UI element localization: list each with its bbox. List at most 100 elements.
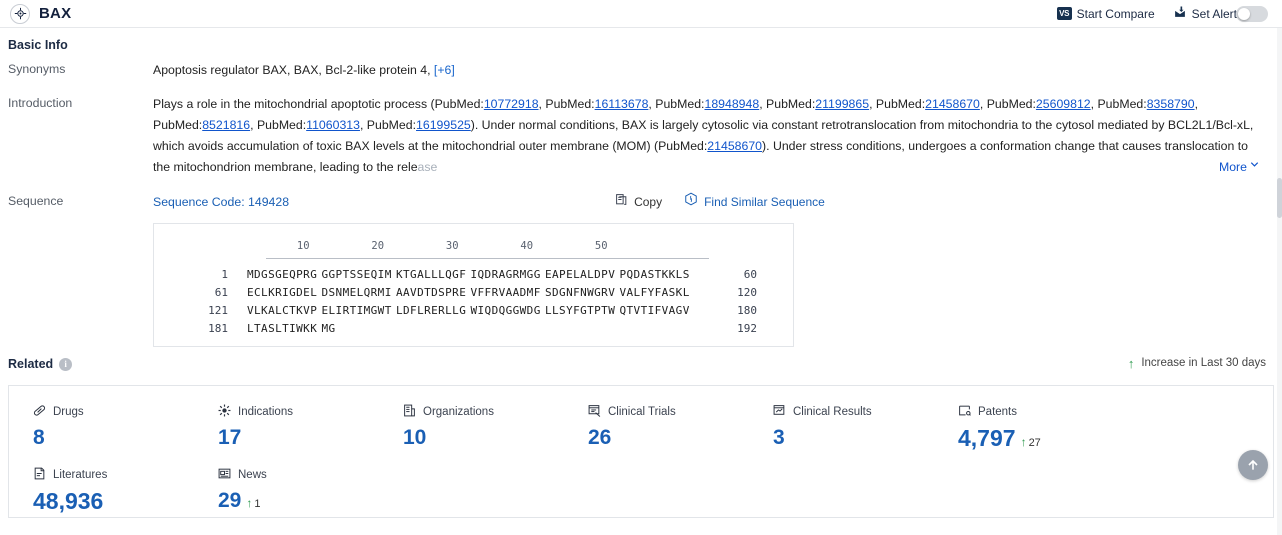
copy-button[interactable]: Copy (615, 192, 662, 213)
pubmed-links-line2[interactable]: 11060313, PubMed:16199525 (306, 118, 471, 132)
pubmed-link[interactable]: 8521816 (202, 118, 250, 132)
introduction-value: Plays a role in the mitochondrial apopto… (153, 94, 1274, 178)
stat-header: Clinical Trials (588, 404, 749, 420)
more-label: More (1218, 160, 1247, 174)
sequence-label: Sequence (8, 194, 64, 208)
stat-delta-value: 1 (254, 498, 261, 511)
pubmed-link[interactable]: 21199865 (815, 97, 869, 111)
intro-fade-tail: ase (417, 160, 438, 174)
target-icon (10, 3, 30, 24)
stat-number: 29 (218, 489, 242, 513)
pubmed-link[interactable]: 16113678 (595, 97, 649, 111)
pubmed-separator: , PubMed: (359, 118, 417, 132)
up-arrow-icon: ↑ (1127, 355, 1135, 371)
stat-organizations[interactable]: Organizations 10 (379, 404, 564, 451)
pubmed-separator: , PubMed: (869, 97, 926, 111)
scrollbar-track[interactable] (1277, 28, 1282, 535)
info-icon[interactable]: i (59, 357, 73, 371)
pubmed-link[interactable]: 16199525 (416, 118, 471, 132)
scroll-to-top-button[interactable] (1238, 450, 1268, 480)
sequence-ruler: 10 20 30 40 50 (154, 236, 793, 256)
sequence-line: 181 LTASLTIWKK MG 192 (154, 319, 793, 337)
synonyms-label: Synonyms (8, 62, 66, 76)
stat-header: Organizations (403, 404, 564, 420)
stat-clinical-trials[interactable]: Clinical Trials 26 (564, 404, 749, 451)
ruler-tick: 30 (445, 240, 459, 252)
related-stats-card: Drugs 8 Indications 17 Organizations 10 Clinic… (8, 385, 1274, 518)
alert-bell-icon (1173, 6, 1187, 22)
page-root: BAX VS Start Compare Set Alert Basic Inf… (0, 0, 1282, 535)
copy-label: Copy (634, 195, 663, 209)
sequence-line: 121 VLKALCTKVP ELIRTIMGWT LDFLRERLLG WIQDQGG… (154, 301, 793, 319)
stat-value[interactable]: 48,936 (33, 488, 194, 515)
stat-value[interactable]: 8 (33, 426, 194, 449)
indications-icon (218, 404, 231, 420)
stat-number: 17 (218, 426, 242, 449)
stat-value[interactable]: 3 (773, 426, 934, 449)
stat-number: 48,936 (33, 488, 104, 515)
stat-label: Indications (238, 406, 293, 418)
pubmed-link[interactable]: 21458670 (707, 139, 762, 153)
introduction-row: Introduction Plays a role in the mitocho… (0, 94, 1282, 178)
pubmed-link[interactable]: 21458670 (925, 97, 980, 111)
stat-news[interactable]: News 29 ↑ 1 (194, 467, 379, 514)
sequence-ruler-line (266, 258, 709, 259)
stat-delta: ↑ 27 (1021, 435, 1041, 449)
literatures-icon (33, 467, 46, 483)
stat-number: 8 (33, 426, 45, 449)
pubmed-link[interactable]: 18948948 (704, 97, 759, 111)
stat-value[interactable]: 4,797 ↑ 27 (958, 425, 1119, 451)
sequence-line: 61 ECLKRIGDEL DSNMELQRMI AAVDTDSPRE VFFRVAAD… (154, 283, 793, 301)
stat-header: Indications (218, 404, 379, 420)
introduction-more-button[interactable]: More (1214, 157, 1260, 178)
pubmed-separator: , PubMed: (538, 97, 595, 111)
ruler-tick: 10 (296, 240, 310, 252)
copy-icon (615, 192, 628, 213)
set-alert-control[interactable]: Set Alert (1173, 5, 1268, 22)
synonyms-more-link[interactable]: [+6] (434, 63, 455, 77)
patents-icon (958, 404, 971, 420)
set-alert-toggle[interactable] (1236, 5, 1268, 22)
pubmed-separator: , PubMed: (1090, 97, 1147, 111)
sequence-viewer[interactable]: 10 20 30 40 50 1 MDGSGEQPRG GGPTSSEQIM KTGALLLQ… (153, 223, 794, 347)
stat-drugs[interactable]: Drugs 8 (9, 404, 194, 451)
stat-literatures[interactable]: Literatures 48,936 (9, 467, 194, 514)
stat-number: 26 (588, 426, 612, 449)
related-label: Related (8, 357, 54, 371)
sequence-code-link[interactable]: Sequence Code: 149428 (153, 192, 289, 213)
increase-legend: ↑ Increase in Last 30 days (1128, 356, 1266, 371)
pubmed-link[interactable]: 8358790 (1147, 97, 1195, 111)
sequence-chunk: MG (321, 321, 336, 335)
news-icon (218, 467, 231, 483)
top-bar: BAX VS Start Compare Set Alert (0, 0, 1282, 28)
pubmed-link[interactable]: 25609812 (1036, 97, 1091, 111)
scrollbar-thumb[interactable] (1277, 178, 1282, 218)
stat-patents[interactable]: Patents 4,797 ↑ 27 (934, 404, 1119, 451)
stat-value[interactable]: 29 ↑ 1 (218, 489, 379, 512)
stat-value[interactable]: 17 (218, 426, 379, 449)
sequence-toolbar: Sequence Code: 149428 Copy Find Similar … (153, 192, 1274, 213)
stat-indications[interactable]: Indications 17 (194, 404, 379, 451)
sequence-chunk: LTASLTIWKK (247, 321, 318, 335)
stat-delta: ↑ 1 (246, 497, 261, 511)
sequence-chunk: LDFLRERLLG (396, 303, 467, 317)
sequence-value: Sequence Code: 149428 Copy Find Similar … (153, 192, 1274, 347)
stat-value[interactable]: 10 (403, 426, 564, 449)
clinical-trials-icon (588, 404, 601, 420)
stat-label: Clinical Trials (608, 406, 676, 418)
chevron-down-icon (1249, 157, 1260, 178)
page-title: BAX (39, 5, 72, 22)
stat-header: Literatures (33, 467, 194, 483)
sequence-row: Sequence Sequence Code: 149428 Copy Find… (0, 192, 1282, 347)
pubmed-link[interactable]: 11060313 (306, 118, 360, 132)
stat-value[interactable]: 26 (588, 426, 749, 449)
drug-pill-icon (33, 404, 46, 420)
start-compare-button[interactable]: VS Start Compare (1056, 7, 1155, 21)
stat-clinical-results[interactable]: Clinical Results 3 (749, 404, 934, 451)
stat-header: Clinical Results (773, 404, 934, 420)
synonyms-text: Apoptosis regulator BAX, BAX, Bcl-2-like… (153, 63, 431, 77)
find-similar-sequence-button[interactable]: Find Similar Sequence (684, 192, 825, 213)
stat-label: Patents (978, 406, 1017, 418)
pubmed-link[interactable]: 10772918 (484, 97, 539, 111)
stat-header: News (218, 467, 379, 483)
